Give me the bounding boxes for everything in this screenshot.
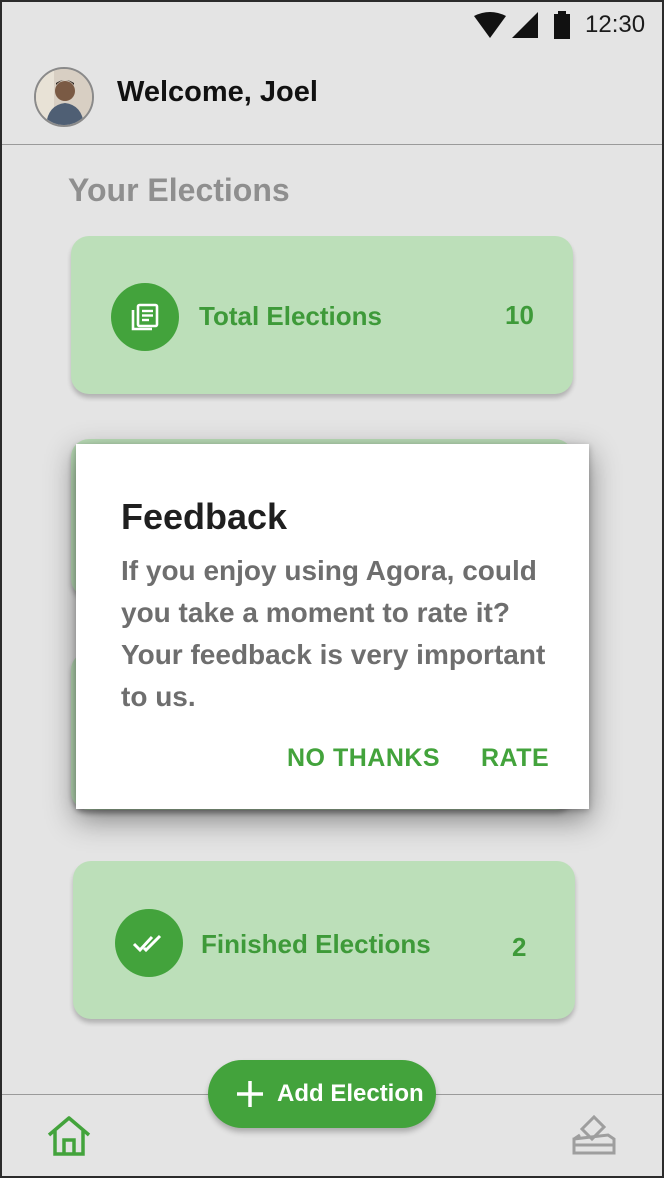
- welcome-text: Welcome, Joel: [117, 76, 318, 108]
- finished-elections-card[interactable]: Finished Elections 2: [73, 861, 575, 1019]
- dialog-title: Feedback: [121, 496, 288, 537]
- add-election-button[interactable]: Add Election: [208, 1060, 436, 1128]
- add-election-label: Add Election: [277, 1080, 424, 1107]
- card-count: 2: [512, 932, 527, 962]
- card-count: 10: [505, 300, 534, 330]
- status-bar: 12:30: [2, 2, 662, 48]
- section-title: Your Elections: [68, 172, 290, 208]
- battery-icon: [553, 11, 571, 44]
- app-screen: 12:30 Welcome, Joel Your Elections Total…: [0, 0, 664, 1178]
- double-check-icon: [115, 909, 183, 977]
- user-avatar[interactable]: [34, 67, 94, 127]
- plus-icon: [236, 1080, 264, 1113]
- home-icon[interactable]: [46, 1115, 92, 1162]
- rate-button[interactable]: RATE: [481, 744, 549, 773]
- total-elections-card[interactable]: Total Elections 10: [71, 236, 573, 394]
- status-time: 12:30: [585, 11, 646, 38]
- ballot-box-icon[interactable]: [570, 1109, 618, 1162]
- card-label: Finished Elections: [201, 929, 431, 959]
- app-header: Welcome, Joel: [2, 48, 662, 145]
- list-icon: [111, 283, 179, 351]
- dialog-message: If you enjoy using Agora, could you take…: [121, 555, 546, 712]
- wifi-icon: [474, 12, 506, 43]
- signal-icon: [512, 12, 538, 43]
- card-label: Total Elections: [199, 301, 382, 331]
- feedback-dialog: Feedback If you enjoy using Agora, could…: [76, 444, 589, 809]
- no-thanks-button[interactable]: NO THANKS: [287, 744, 440, 773]
